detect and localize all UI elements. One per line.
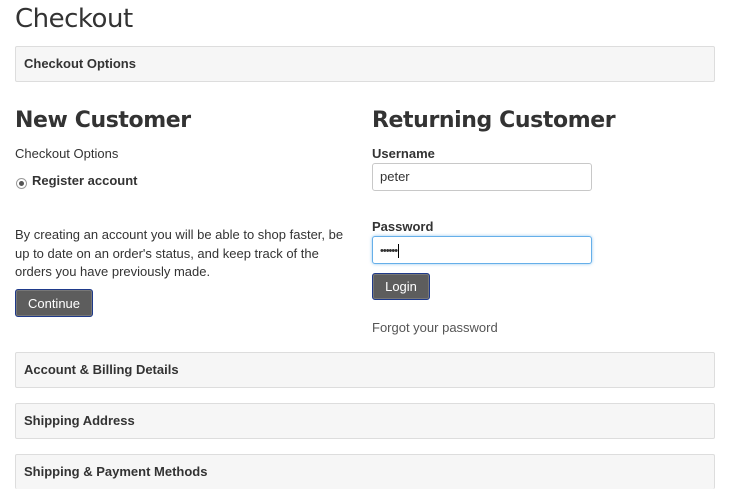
register-account-label[interactable]: Register account: [32, 173, 137, 188]
username-value: peter: [380, 169, 410, 184]
panel-shipping-payment[interactable]: Shipping & Payment Methods: [15, 454, 715, 489]
panel-shipping-address[interactable]: Shipping Address: [15, 403, 715, 439]
panel-checkout-options[interactable]: Checkout Options: [15, 46, 715, 82]
password-field[interactable]: ••••••: [372, 236, 592, 264]
panel-account-billing-label: Account & Billing Details: [24, 362, 179, 377]
panel-shipping-address-label: Shipping Address: [24, 413, 135, 428]
login-button[interactable]: Login: [372, 273, 430, 300]
password-value: ••••••: [380, 245, 398, 257]
returning-customer-heading: Returning Customer: [372, 108, 616, 133]
new-customer-description: By creating an account you will be able …: [15, 227, 344, 279]
register-account-radio[interactable]: [16, 178, 27, 189]
panel-checkout-options-label: Checkout Options: [24, 56, 136, 71]
new-customer-heading: New Customer: [15, 108, 191, 133]
forgot-password-link[interactable]: Forgot your password: [372, 320, 498, 335]
username-field[interactable]: peter: [372, 163, 592, 191]
page-title: Checkout: [15, 4, 133, 34]
password-label: Password: [372, 219, 434, 234]
text-caret: [398, 243, 400, 258]
username-label: Username: [372, 146, 435, 161]
continue-button[interactable]: Continue: [15, 289, 93, 317]
panel-shipping-payment-label: Shipping & Payment Methods: [24, 464, 208, 479]
checkout-options-label: Checkout Options: [15, 146, 119, 161]
panel-account-billing[interactable]: Account & Billing Details: [15, 352, 715, 388]
